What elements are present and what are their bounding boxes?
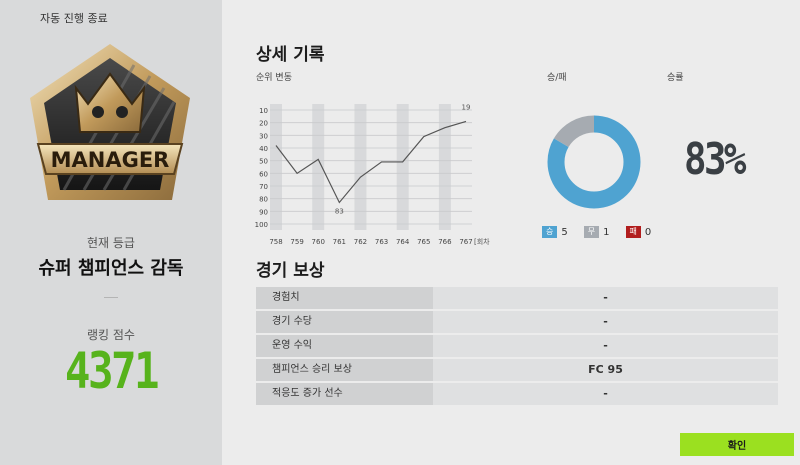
y-tick-label: 100: [255, 221, 268, 229]
reward-value: FC 95: [433, 359, 778, 381]
win-loss-donut: [547, 115, 641, 209]
reward-name: 경험치: [256, 287, 433, 309]
record-legend: 승 5 무 1 패 0: [542, 226, 667, 238]
rank-label: 랭킹 점수: [87, 328, 135, 342]
table-row: 운영 수익 -: [256, 335, 778, 357]
y-tick-label: 30: [259, 132, 268, 140]
table-row: 경기 수당 -: [256, 311, 778, 333]
table-row: 경험치 -: [256, 287, 778, 309]
legend-win-box: 승: [542, 226, 558, 238]
table-row: 적응도 증가 선수 -: [256, 383, 778, 405]
rank-change-label: 순위 변동: [256, 73, 292, 83]
x-tick-label: 760: [312, 238, 325, 246]
rewards-title: 경기 보상: [256, 261, 325, 281]
manager-badge-icon: MANAGER: [30, 44, 190, 200]
table-row: 챔피언스 승리 보상 FC 95: [256, 359, 778, 381]
auto-progress-title: 자동 진행 종료: [40, 12, 108, 25]
y-tick-label: 10: [259, 107, 268, 115]
rewards-table: 경험치 - 경기 수당 - 운영 수익 - 챔피언스 승리 보상 FC 95 적…: [256, 287, 778, 407]
y-tick-label: 20: [259, 120, 268, 128]
win-loss-label: 승/패: [547, 73, 567, 83]
y-tick-label: 70: [259, 183, 268, 191]
x-axis-unit: [회차]: [474, 237, 490, 246]
reward-value: -: [433, 287, 778, 309]
y-tick-label: 90: [259, 208, 268, 216]
legend-win-value: 5: [561, 226, 568, 238]
svg-text:MANAGER: MANAGER: [51, 148, 170, 172]
reward-name: 운영 수익: [256, 335, 433, 357]
data-label: 19: [462, 103, 471, 111]
reward-value: -: [433, 335, 778, 357]
reward-name: 적응도 증가 선수: [256, 383, 433, 405]
y-tick-label: 40: [259, 145, 268, 153]
x-tick-label: 764: [396, 238, 410, 246]
legend-loss-box: 패: [625, 226, 641, 238]
left-panel: 자동 진행 종료 MANAGER 현재 등급 슈퍼 챔피언스 감독 랭킹 점수 …: [0, 0, 222, 465]
x-tick-label: 766: [438, 238, 452, 246]
legend-draw-value: 1: [603, 226, 610, 238]
win-rate-label: 승률: [667, 73, 684, 83]
confirm-button[interactable]: 확인: [680, 433, 794, 456]
y-tick-label: 50: [259, 158, 268, 166]
y-tick-label: 60: [259, 170, 268, 178]
x-tick-label: 767: [459, 238, 472, 246]
x-tick-label: 758: [269, 238, 282, 246]
reward-value: -: [433, 383, 778, 405]
x-tick-label: 761: [333, 238, 346, 246]
reward-name: 챔피언스 승리 보상: [256, 359, 433, 381]
grade-name: 슈퍼 챔피언스 감독: [38, 258, 184, 279]
x-tick-label: 762: [354, 238, 367, 246]
grade-label: 현재 등급: [87, 236, 135, 250]
rank-score: 4371: [64, 342, 160, 400]
legend-loss-value: 0: [644, 226, 652, 238]
reward-name: 경기 수당: [256, 311, 433, 333]
win-rate-value: 83%: [684, 134, 746, 185]
reward-value: -: [433, 311, 778, 333]
data-label: 83: [335, 207, 344, 215]
detail-title: 상세 기록: [256, 45, 325, 65]
rank-series-line: [275, 120, 467, 204]
divider: [104, 297, 118, 298]
x-tick-label: 765: [417, 238, 430, 246]
rank-change-chart: 10 20 30 40 50 60 70 80 90 100 758 759 760 761 762 763 7…: [255, 103, 490, 246]
legend-draw-box: 무: [583, 226, 600, 238]
y-tick-label: 80: [259, 196, 268, 204]
x-tick-label: 763: [375, 238, 388, 246]
x-tick-label: 759: [290, 238, 303, 246]
